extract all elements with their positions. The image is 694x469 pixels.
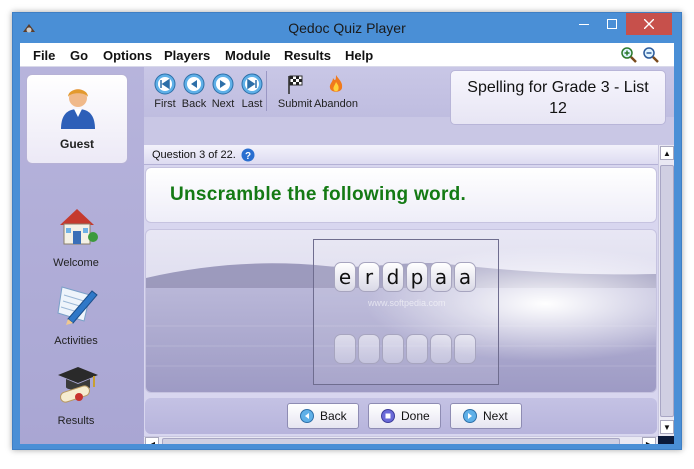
submit-label: Submit xyxy=(277,98,313,110)
zoom-out-icon[interactable] xyxy=(642,46,660,64)
first-icon xyxy=(154,73,176,95)
title-bar[interactable]: Qedoc Quiz Player xyxy=(13,13,681,43)
scroll-left-arrow[interactable]: ◀ xyxy=(145,437,159,444)
graduation-cap-icon xyxy=(58,367,98,403)
sidebar-item-results[interactable]: Results xyxy=(26,361,126,439)
pencil-paper-icon xyxy=(57,286,98,325)
next-icon xyxy=(212,73,234,95)
vertical-scrollbar[interactable]: ▲ ▼ xyxy=(658,145,674,436)
letter-tile[interactable]: e xyxy=(334,262,356,292)
menu-players[interactable]: Players xyxy=(164,48,210,63)
answer-slot[interactable] xyxy=(358,334,380,364)
horizontal-scrollbar[interactable]: ◀ ▶ xyxy=(144,436,658,444)
done-icon xyxy=(381,409,395,423)
minimize-icon xyxy=(579,24,589,25)
answer-slot[interactable] xyxy=(454,334,476,364)
back-button-label: Back xyxy=(320,409,347,423)
next-button[interactable]: Next xyxy=(450,403,522,429)
app-window: Qedoc Quiz Player File Go Options Player… xyxy=(12,12,682,450)
minimize-button[interactable] xyxy=(571,13,597,35)
maximize-icon xyxy=(607,19,617,29)
user-avatar-icon xyxy=(61,89,95,129)
toolbar-separator xyxy=(266,71,267,111)
fire-icon xyxy=(329,75,343,92)
button-bar: Back Done Next xyxy=(145,398,657,434)
menu-results[interactable]: Results xyxy=(284,48,331,63)
done-button-label: Done xyxy=(401,409,430,423)
toolbar: First Back Next Last Submit Abandon Spel… xyxy=(144,67,674,125)
close-button[interactable] xyxy=(626,13,672,35)
menu-go[interactable]: Go xyxy=(70,48,88,63)
letter-tile[interactable]: a xyxy=(430,262,452,292)
sidebar-item-welcome[interactable]: Welcome xyxy=(26,203,126,281)
question-panel: Question 3 of 22. ? Unscramble the follo… xyxy=(144,145,658,436)
letter-tile[interactable]: r xyxy=(358,262,380,292)
last-icon xyxy=(241,73,263,95)
sidebar: Guest Welcome Activities Results xyxy=(20,67,144,444)
answer-slot[interactable] xyxy=(334,334,356,364)
player-card[interactable]: Guest xyxy=(26,74,128,164)
answer-slot[interactable] xyxy=(382,334,404,364)
scroll-right-arrow[interactable]: ▶ xyxy=(642,437,656,444)
answer-slot[interactable] xyxy=(430,334,452,364)
instruction-box: Unscramble the following word. xyxy=(145,167,657,223)
menu-help[interactable]: Help xyxy=(345,48,373,63)
letter-tile[interactable]: a xyxy=(454,262,476,292)
quiz-title: Spelling for Grade 3 - List 12 xyxy=(450,70,666,125)
abandon-label: Abandon xyxy=(313,98,359,110)
question-header: Question 3 of 22. ? xyxy=(144,145,658,165)
puzzle-frame: e r d p a a xyxy=(313,239,499,385)
last-button[interactable]: Last xyxy=(237,71,267,113)
sidebar-item-label: Welcome xyxy=(53,257,99,269)
sidebar-item-activities[interactable]: Activities xyxy=(26,281,126,359)
abandon-button[interactable]: Abandon xyxy=(314,71,358,113)
scroll-down-arrow[interactable]: ▼ xyxy=(660,420,674,434)
question-progress: Question 3 of 22. xyxy=(152,149,236,161)
menu-module[interactable]: Module xyxy=(225,48,271,63)
back-icon xyxy=(183,73,205,95)
horizontal-scroll-thumb[interactable] xyxy=(162,438,620,444)
help-icon[interactable]: ? xyxy=(241,148,255,162)
scroll-up-arrow[interactable]: ▲ xyxy=(660,146,674,160)
zoom-in-icon[interactable] xyxy=(620,46,638,64)
scrollbar-corner xyxy=(658,436,674,444)
house-icon xyxy=(60,209,98,245)
scrambled-letters: e r d p a a xyxy=(334,262,476,292)
menu-options[interactable]: Options xyxy=(103,48,152,63)
sidebar-item-label: Results xyxy=(57,415,95,427)
next-arrow-icon xyxy=(463,409,477,423)
done-button[interactable]: Done xyxy=(368,403,441,429)
letter-tile[interactable]: d xyxy=(382,262,404,292)
answer-slot[interactable] xyxy=(406,334,428,364)
close-icon xyxy=(644,19,654,29)
next-button-label: Next xyxy=(483,409,508,423)
menu-bar: File Go Options Players Module Results H… xyxy=(20,43,674,67)
vertical-scroll-thumb[interactable] xyxy=(660,165,674,417)
sidebar-item-label: Activities xyxy=(54,335,98,347)
instruction-text: Unscramble the following word. xyxy=(170,184,467,205)
answer-slots xyxy=(334,334,476,364)
checkered-flag-icon xyxy=(288,75,303,94)
back-button[interactable]: Back xyxy=(287,403,359,429)
menu-file[interactable]: File xyxy=(33,48,55,63)
player-name: Guest xyxy=(59,137,94,151)
maximize-button[interactable] xyxy=(599,13,625,35)
client-area: File Go Options Players Module Results H… xyxy=(20,43,674,444)
submit-button[interactable]: Submit xyxy=(278,71,312,113)
svg-text:?: ? xyxy=(245,151,251,162)
back-arrow-icon xyxy=(300,409,314,423)
puzzle-area: www.softpedia.com e r d p a a xyxy=(145,229,657,393)
letter-tile[interactable]: p xyxy=(406,262,428,292)
horizontal-scroll-track[interactable]: ◀ ▶ xyxy=(144,436,658,444)
